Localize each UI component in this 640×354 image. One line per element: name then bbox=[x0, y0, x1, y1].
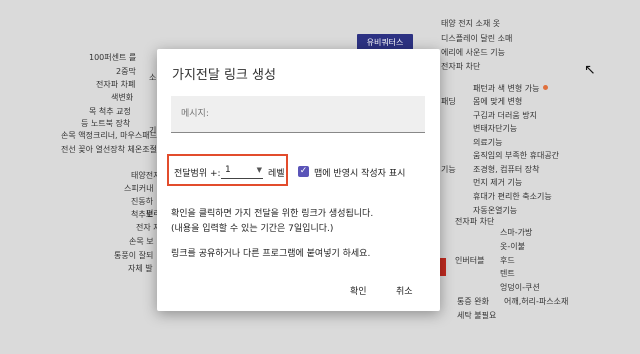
mindmap-node[interactable]: 먼지 제거 기능 bbox=[473, 178, 522, 188]
mindmap-node[interactable]: 전자파 차폐 bbox=[96, 80, 135, 90]
mindmap-node[interactable]: 엉덩이-쿠션 bbox=[500, 283, 540, 293]
cancel-button[interactable]: 취소 bbox=[392, 282, 417, 299]
mindmap-node[interactable]: 몸에 맞게 변형 bbox=[473, 97, 522, 107]
mindmap-node[interactable]: 휴대가 편리한 축소기능 bbox=[473, 192, 552, 202]
show-author-label[interactable]: 맵에 반영시 작성자 표시 bbox=[314, 166, 405, 179]
mindmap-node[interactable]: 통증 완화 bbox=[457, 297, 489, 307]
dialog-title: 가지전달 링크 생성 bbox=[172, 68, 276, 83]
range-select[interactable]: 1 ▼ bbox=[221, 164, 263, 179]
mindmap-node[interactable]: 어깨,허리-파스소재 bbox=[504, 297, 568, 307]
message-input[interactable] bbox=[179, 98, 413, 130]
mindmap-node[interactable]: 진동하 bbox=[131, 197, 153, 207]
mindmap-node[interactable]: 2중막 bbox=[116, 67, 136, 77]
info-text-line: 확인을 클릭하면 가지 전달을 위한 링크가 생성됩니다. bbox=[171, 209, 374, 219]
status-dot-icon bbox=[543, 85, 548, 90]
mindmap-node[interactable]: 자동온열기능 bbox=[473, 206, 517, 216]
mindmap-node[interactable]: 에리에 사운드 기능 bbox=[441, 48, 505, 58]
show-author-checkbox[interactable]: ✓ bbox=[298, 166, 309, 177]
range-label: 전달범위 +: bbox=[174, 169, 221, 179]
ok-button[interactable]: 확인 bbox=[346, 282, 371, 299]
mindmap-node[interactable]: 전자파 차단 bbox=[455, 217, 494, 227]
mindmap-node[interactable]: 손목 보 bbox=[129, 237, 154, 247]
mindmap-node[interactable]: 패딩 bbox=[441, 97, 456, 107]
mindmap-node[interactable]: 소 bbox=[149, 73, 156, 83]
mindmap-node[interactable]: 의료기능 bbox=[473, 138, 502, 148]
mindmap-node[interactable]: 100퍼센트 를 bbox=[89, 53, 136, 63]
share-branch-dialog: 가지전달 링크 생성 전달범위 +: 1 ▼ 레벨 ✓ 맵에 반영시 작성자 표… bbox=[157, 49, 440, 311]
mindmap-node[interactable]: 스피커내 bbox=[124, 184, 153, 194]
mindmap-node[interactable]: 전자파 차단 bbox=[441, 62, 480, 72]
mindmap-node[interactable]: 기 bbox=[149, 126, 156, 136]
mindmap-node[interactable]: 자체 발 bbox=[128, 264, 153, 274]
mindmap-node[interactable]: 인버터블 bbox=[455, 256, 484, 266]
mindmap-node[interactable]: 등 노트북 장착 bbox=[81, 119, 130, 129]
mindmap-node[interactable]: 움직임의 부족한 휴대공간 bbox=[473, 151, 559, 161]
mindmap-node[interactable]: 후드 bbox=[500, 256, 515, 266]
info-text-line: (내용을 입력할 수 있는 기간은 7일입니다.) bbox=[171, 224, 334, 234]
mindmap-node[interactable]: 색변화 bbox=[111, 93, 133, 103]
mindmap-node[interactable]: 전선 꽂아 열선장착 체온조절 bbox=[61, 145, 157, 155]
mindmap-node[interactable]: 손목 액정크리너, 마우스패드 bbox=[61, 131, 157, 141]
mindmap-node[interactable]: 디스플레이 달린 소매 bbox=[441, 34, 512, 44]
chevron-down-icon: ▼ bbox=[256, 166, 262, 174]
mouse-cursor-icon: ↖ bbox=[584, 62, 596, 78]
range-group: 전달범위 +: 1 ▼ 레벨 bbox=[167, 154, 288, 186]
mindmap-node[interactable]: 목 척추 교정 bbox=[89, 107, 131, 117]
mindmap-node[interactable]: 텐트 bbox=[500, 269, 515, 279]
mindmap-node[interactable]: 조경형, 컴퓨터 장착 bbox=[473, 165, 540, 175]
info-text-line: 링크를 공유하거나 다른 프로그램에 붙여넣기 하세요. bbox=[171, 249, 371, 259]
mindmap-node[interactable]: 세탁 불필요 bbox=[457, 311, 496, 321]
mindmap-node[interactable]: 패턴과 색 변형 가능 bbox=[473, 84, 540, 94]
mindmap-node[interactable]: 스마-가방 bbox=[500, 228, 532, 238]
mindmap-node[interactable]: 기능 bbox=[441, 165, 456, 175]
mindmap-node[interactable]: 통풍이 잘되 bbox=[114, 251, 153, 261]
mindmap-node[interactable]: 변태자단기능 bbox=[473, 124, 517, 134]
level-label: 레벨 bbox=[268, 169, 285, 179]
mindmap-node[interactable]: 태양 전지 소재 옷 bbox=[441, 19, 500, 29]
message-field[interactable] bbox=[171, 96, 425, 133]
mindmap-node[interactable]: 옷-이불 bbox=[500, 242, 525, 252]
range-value: 1 bbox=[225, 165, 231, 175]
mindmap-node[interactable]: 구김과 더러움 방지 bbox=[473, 111, 537, 121]
